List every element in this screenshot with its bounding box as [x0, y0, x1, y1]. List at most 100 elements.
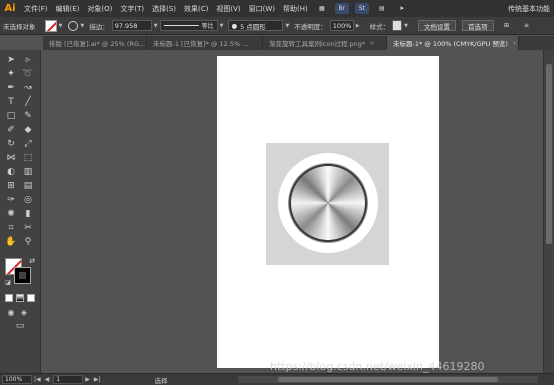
previous-artboard-icon[interactable]: ◀ — [45, 376, 50, 383]
send-icon[interactable]: ➤ — [395, 3, 409, 14]
tab-document-2[interactable]: 未标题-1 [已恢复]* @ 12.5% ... — [147, 36, 263, 50]
vertical-scrollbar[interactable] — [543, 50, 554, 373]
mesh-tool-icon[interactable]: ⊞ — [5, 180, 17, 192]
perspective-grid-tool-icon[interactable]: ▥ — [22, 166, 34, 178]
scale-tool-icon[interactable]: ⤢ — [22, 138, 34, 150]
zoom-tool-icon[interactable]: ⚲ — [22, 236, 34, 248]
chevron-down-icon[interactable]: ▼ — [404, 23, 408, 29]
app-logo: Ai — [4, 3, 16, 14]
menu-select[interactable]: 选择(S) — [148, 4, 180, 14]
menu-view[interactable]: 视图(V) — [212, 4, 244, 14]
status-bar: 100% |◀ ◀ 1 ▶ ▶| 选择 — [0, 373, 554, 385]
gradient-tool-icon[interactable]: ▤ — [22, 180, 34, 192]
close-icon[interactable]: × — [369, 39, 374, 47]
canvas-area[interactable] — [43, 50, 543, 373]
chevron-down-icon[interactable]: ▼ — [285, 23, 289, 29]
swap-colors-icon[interactable]: ⇄ — [26, 255, 38, 267]
background-square[interactable] — [266, 143, 389, 265]
artboard[interactable] — [217, 56, 439, 368]
stroke-swatch[interactable] — [14, 267, 31, 284]
fill-color-swatch[interactable] — [44, 19, 57, 32]
rotate-tool-icon[interactable]: ↻ — [5, 138, 17, 150]
last-artboard-icon[interactable]: ▶| — [94, 376, 101, 383]
chevron-right-icon[interactable]: ▶ — [356, 23, 360, 29]
shaper-tool-icon[interactable]: ✐ — [5, 124, 17, 136]
paintbrush-tool-icon[interactable]: ✎ — [22, 110, 34, 122]
curvature-tool-icon[interactable]: ↝ — [22, 82, 34, 94]
default-colors-icon[interactable]: ◪ — [2, 276, 14, 288]
opacity-label: 不透明度： — [294, 22, 327, 31]
symbol-sprayer-tool-icon[interactable]: ✺ — [5, 208, 17, 220]
blend-tool-icon[interactable]: ◎ — [22, 194, 34, 206]
menu-object[interactable]: 对象(O) — [83, 4, 116, 14]
vertical-scroll-thumb[interactable] — [546, 64, 552, 244]
brush-label: 5 点圆形 — [240, 22, 266, 31]
tab-label: 未标题-1 [已恢复]* @ 12.5% ... — [153, 40, 249, 48]
menu-edit[interactable]: 编辑(E) — [52, 4, 84, 14]
stroke-weight-field[interactable]: 97.958 — [111, 20, 152, 31]
color-mode-icon[interactable] — [5, 294, 13, 302]
current-tool-label: 选择 — [154, 376, 168, 385]
grid-icon[interactable]: ▦ — [315, 3, 329, 14]
none-mode-icon[interactable] — [27, 294, 35, 302]
tab-label: 未标题-1* @ 100% (CMYK/GPU 预览) — [393, 40, 508, 48]
variable-width-profile[interactable]: 等比 — [159, 20, 218, 31]
workspace-switcher[interactable]: 传统基本功能 — [508, 4, 550, 14]
gradient-mode-icon[interactable] — [16, 294, 24, 302]
first-artboard-icon[interactable]: |◀ — [34, 376, 41, 383]
menu-effect[interactable]: 效果(C) — [180, 4, 212, 14]
line-tool-icon[interactable]: ╱ — [22, 96, 34, 108]
magic-wand-tool-icon[interactable]: ✦ — [5, 68, 17, 80]
pen-tool-icon[interactable]: ✒ — [5, 82, 17, 94]
tab-document-active[interactable]: 未标题-1* @ 100% (CMYK/GPU 预览) × — [387, 36, 519, 50]
menu-type[interactable]: 文字(T) — [116, 4, 148, 14]
width-tool-icon[interactable]: ⋈ — [5, 152, 17, 164]
align-icon[interactable]: ⊞ — [500, 20, 514, 31]
outer-white-circle[interactable] — [278, 153, 378, 253]
dark-ring[interactable] — [289, 164, 367, 242]
zoom-field[interactable]: 100% — [2, 375, 32, 384]
graphic-style-swatch[interactable] — [392, 20, 403, 31]
chevron-down-icon[interactable]: ▼ — [220, 23, 224, 29]
horizontal-scroll-thumb[interactable] — [278, 377, 498, 382]
stroke-color-icon[interactable] — [68, 20, 79, 31]
shape-builder-tool-icon[interactable]: ◐ — [5, 166, 17, 178]
menu-window[interactable]: 窗口(W) — [245, 4, 279, 14]
screen-mode-icon[interactable]: ▭ — [14, 320, 26, 332]
horizontal-scrollbar[interactable] — [238, 376, 538, 383]
draw-normal-icon[interactable]: ◉ — [5, 306, 17, 318]
preferences-button[interactable]: 首选项 — [462, 20, 494, 31]
chevron-down-icon[interactable]: ▼ — [154, 23, 158, 29]
selection-tool-icon[interactable]: ➤ — [5, 54, 17, 66]
slice-tool-icon[interactable]: ✂ — [22, 222, 34, 234]
opacity-field[interactable]: 100% — [329, 20, 354, 31]
chevron-down-icon[interactable]: ▼ — [59, 23, 63, 29]
free-transform-tool-icon[interactable]: ⬚ — [22, 152, 34, 164]
hand-tool-icon[interactable]: ✋ — [5, 236, 17, 248]
lasso-tool-icon[interactable]: ➰ — [22, 68, 34, 80]
chevron-down-icon[interactable]: ▼ — [80, 23, 84, 29]
tab-document-1[interactable]: 排版 [已恢复].ai* @ 25% (RG... — [43, 36, 147, 50]
eraser-tool-icon[interactable]: ◆ — [22, 124, 34, 136]
document-setup-button[interactable]: 文档设置 — [418, 20, 457, 31]
next-artboard-icon[interactable]: ▶ — [85, 376, 90, 383]
artboard-number-field[interactable]: 1 — [53, 375, 84, 384]
column-graph-tool-icon[interactable]: ▮ — [22, 208, 34, 220]
close-icon[interactable]: × — [512, 39, 517, 47]
draw-behind-icon[interactable]: ◈ — [18, 306, 30, 318]
tools-panel: ➤ ▹ ✦ ➰ ✒ ↝ T ╱ □ ✎ ✐ ◆ ↻ ⤢ ⋈ ⬚ ◐ ▥ ⊞ ▤ … — [0, 50, 41, 373]
menu-help[interactable]: 帮助(H) — [279, 4, 312, 14]
bridge-icon[interactable]: Br — [334, 3, 349, 14]
arrange-documents-icon[interactable]: ▤ — [375, 3, 389, 14]
stock-icon[interactable]: St — [354, 3, 369, 14]
type-tool-icon[interactable]: T — [5, 96, 17, 108]
brush-definition[interactable]: ● 5 点圆形 — [228, 20, 284, 31]
menu-icon[interactable]: ≡ — [520, 20, 534, 31]
artboard-tool-icon[interactable]: ⌗ — [5, 222, 17, 234]
direct-selection-tool-icon[interactable]: ▹ — [22, 54, 34, 66]
tab-document-3[interactable]: 渐变旋转工具案例icon过程.png* × — [263, 36, 387, 50]
rectangle-tool-icon[interactable]: □ — [5, 110, 17, 122]
brushed-metal-disc[interactable] — [291, 166, 365, 240]
menu-file[interactable]: 文件(F) — [20, 4, 52, 14]
eyedropper-tool-icon[interactable]: ✑ — [5, 194, 17, 206]
